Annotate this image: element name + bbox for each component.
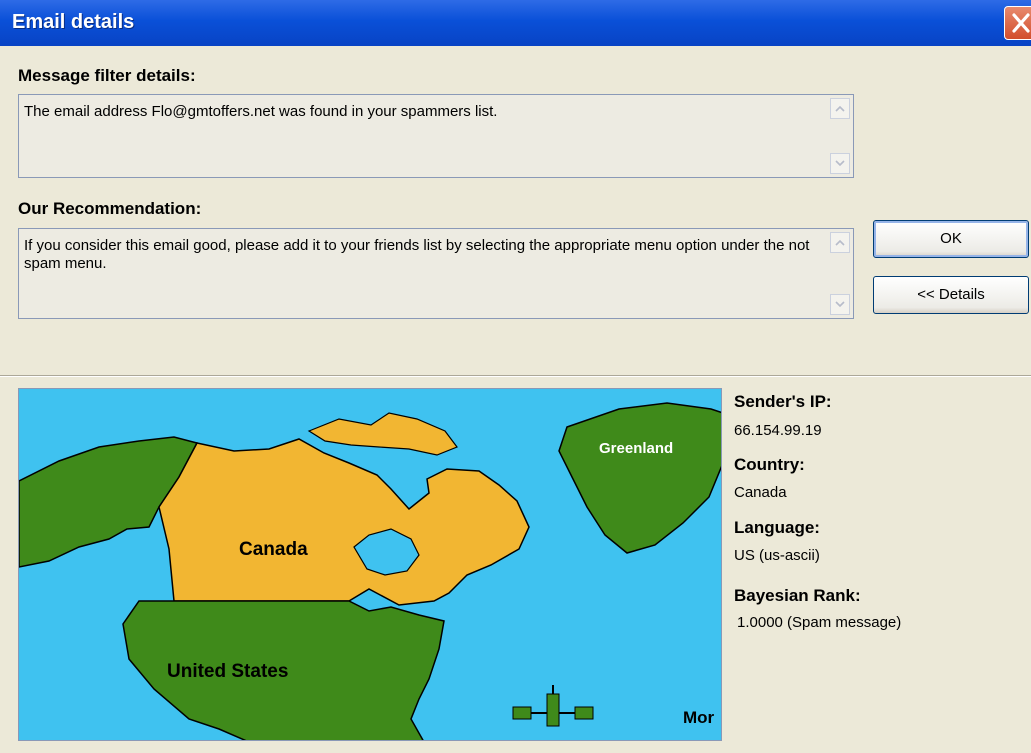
sender-ip-label: Sender's IP: [734, 392, 832, 411]
recommendation-scrollbar[interactable] [830, 232, 850, 315]
window-title: Email details [12, 11, 135, 33]
recommendation-text: If you consider this email good, please … [24, 237, 810, 272]
map-label-canada: Canada [239, 539, 308, 560]
bayesian-rank-value: 1.0000 (Spam message) [737, 614, 902, 631]
scroll-down-button[interactable] [830, 294, 850, 315]
recommendation-textbox[interactable]: If you consider this email good, please … [18, 228, 854, 319]
details-button[interactable]: << Details [873, 276, 1029, 314]
map-label-greenland: Greenland [599, 440, 673, 457]
language-value: US (us-ascii) [734, 547, 820, 564]
country-label: Country: [734, 455, 805, 474]
language-label: Language: [734, 518, 820, 537]
map-label-more: Mor [683, 708, 715, 727]
title-bar[interactable]: Email details [0, 0, 1031, 46]
country-value: Canada [734, 484, 787, 501]
recommendation-heading: Our Recommendation: [18, 199, 202, 218]
scroll-down-button[interactable] [830, 153, 850, 174]
filter-heading: Message filter details: [18, 66, 196, 85]
separator [0, 375, 1031, 377]
close-icon [1012, 13, 1030, 33]
filter-text: The email address Flo@gmtoffers.net was … [24, 103, 498, 120]
scroll-up-button[interactable] [830, 98, 850, 119]
chevron-up-icon [835, 105, 845, 112]
close-button[interactable] [1004, 6, 1031, 40]
scroll-up-button[interactable] [830, 232, 850, 253]
ok-button[interactable]: OK [873, 220, 1029, 258]
world-map: Canada United States Greenland Mor [18, 388, 722, 741]
filter-scrollbar[interactable] [830, 98, 850, 174]
map-graphic: Canada United States Greenland Mor [19, 389, 721, 740]
filter-textbox[interactable]: The email address Flo@gmtoffers.net was … [18, 94, 854, 178]
chevron-up-icon [835, 239, 845, 246]
bayesian-rank-label: Bayesian Rank: [734, 586, 861, 605]
chevron-down-icon [835, 160, 845, 167]
chevron-down-icon [835, 301, 845, 308]
map-label-united-states: United States [167, 661, 288, 682]
sender-ip-value: 66.154.99.19 [734, 422, 822, 439]
